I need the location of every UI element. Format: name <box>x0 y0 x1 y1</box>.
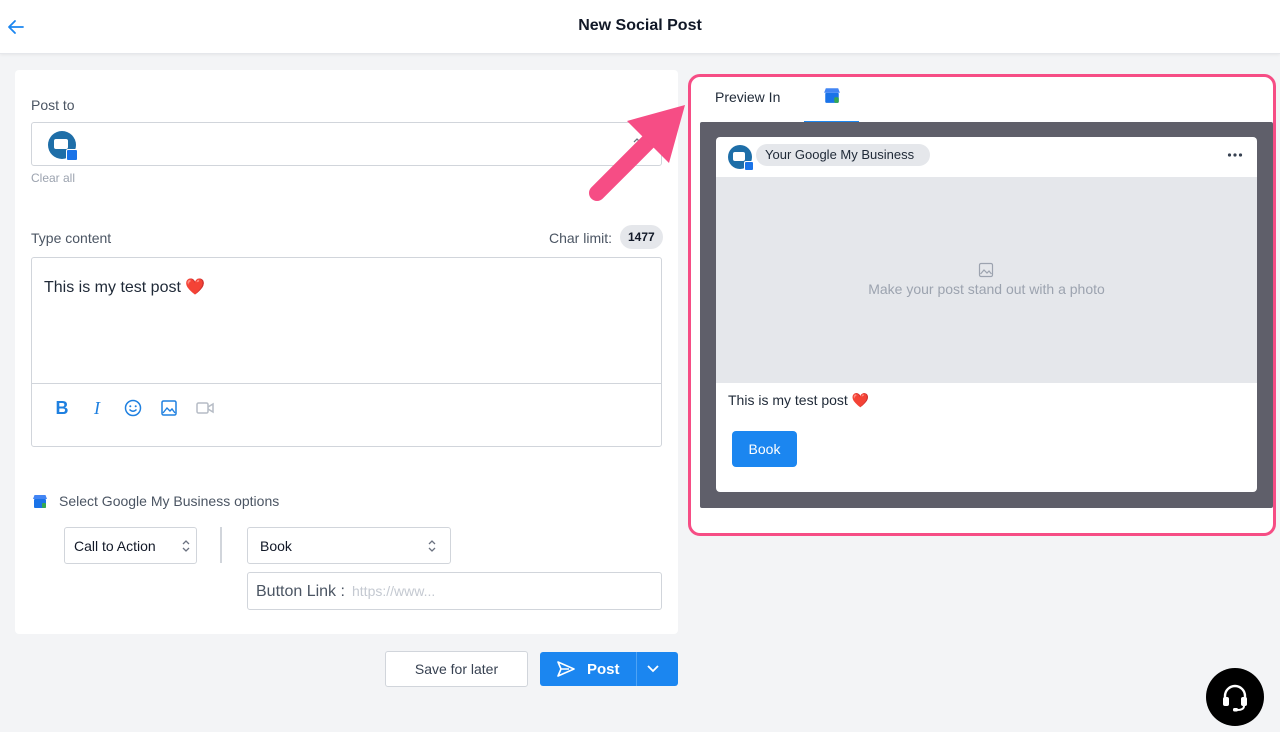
preview-post-card: Your Google My Business Make your post s… <box>716 137 1257 492</box>
heart-emoji: ❤️ <box>851 392 870 408</box>
photo-placeholder: Make your post stand out with a photo <box>716 177 1257 383</box>
post-to-label: Post to <box>31 97 75 113</box>
type-content-label: Type content <box>31 230 112 246</box>
content-editor[interactable]: This is my test post ❤️ B I <box>31 257 662 447</box>
button-link-input[interactable] <box>352 579 652 603</box>
chevron-up-down-icon <box>633 138 641 150</box>
preview-avatar <box>728 145 754 171</box>
preview-panel: Preview In Your Google My Business Make … <box>688 74 1276 536</box>
preview-book-button[interactable]: Book <box>732 431 797 467</box>
post-button[interactable]: Post <box>540 652 678 686</box>
preview-canvas: Your Google My Business Make your post s… <box>700 122 1273 508</box>
cta-action-value: Book <box>260 538 292 554</box>
preview-in-label: Preview In <box>715 89 781 105</box>
cta-type-select[interactable]: Call to Action <box>64 527 197 564</box>
preview-account-name: Your Google My Business <box>756 144 931 166</box>
emoji-icon[interactable] <box>123 398 143 418</box>
top-bar: New Social Post <box>0 0 1280 54</box>
image-icon[interactable] <box>159 398 179 418</box>
char-limit-badge: 1477 <box>620 225 663 249</box>
photo-icon <box>978 262 994 278</box>
google-my-business-icon <box>33 495 47 508</box>
photo-hint: Make your post stand out with a photo <box>868 281 1105 297</box>
tab-google-my-business[interactable] <box>804 77 859 123</box>
video-icon[interactable] <box>195 398 215 418</box>
send-icon <box>557 661 575 677</box>
options-divider <box>220 527 222 563</box>
chevron-up-down-icon <box>182 540 190 552</box>
button-link-label: Button Link : <box>256 583 345 600</box>
bold-icon[interactable]: B <box>52 398 72 418</box>
editor-text: This is my test post <box>44 279 181 296</box>
heart-emoji: ❤️ <box>185 279 206 296</box>
cta-type-value: Call to Action <box>74 538 156 554</box>
headset-icon <box>1223 684 1247 712</box>
char-limit-label: Char limit: <box>549 230 613 246</box>
page-title: New Social Post <box>578 17 702 34</box>
preview-text: This is my test post <box>728 392 848 408</box>
button-link-field[interactable]: Button Link : <box>247 572 662 610</box>
chevron-down-icon[interactable] <box>646 663 660 675</box>
clear-all-link[interactable]: Clear all <box>31 171 75 185</box>
help-support-button[interactable] <box>1206 668 1264 726</box>
editor-content[interactable]: This is my test post ❤️ <box>44 277 205 297</box>
chevron-up-down-icon <box>428 540 436 552</box>
italic-icon[interactable]: I <box>87 398 107 418</box>
editor-divider <box>32 383 661 384</box>
post-button-label: Post <box>587 661 620 678</box>
cta-action-select[interactable]: Book <box>247 527 451 564</box>
gmb-options-title: Select Google My Business options <box>59 493 280 509</box>
save-for-later-button[interactable]: Save for later <box>385 651 528 687</box>
post-to-select[interactable] <box>31 122 662 166</box>
gmb-account-avatar[interactable] <box>48 131 78 161</box>
more-options-icon[interactable] <box>1227 152 1243 158</box>
google-my-business-icon <box>824 88 840 103</box>
compose-card: Post to Clear all Type content Char limi… <box>15 70 678 634</box>
preview-post-text: This is my test post ❤️ <box>728 392 869 409</box>
